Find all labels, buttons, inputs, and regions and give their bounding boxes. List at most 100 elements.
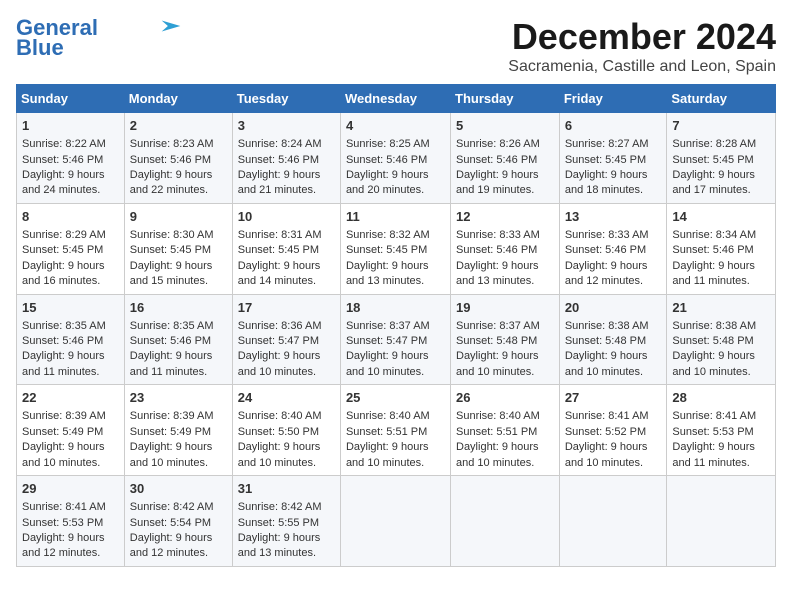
daylight: Daylight: 9 hours and 13 minutes.: [456, 260, 539, 287]
sunset: Sunset: 5:45 PM: [22, 244, 103, 256]
day-number: 6: [565, 117, 662, 135]
calendar-cell: 5Sunrise: 8:26 AMSunset: 5:46 PMDaylight…: [451, 113, 560, 204]
sunrise: Sunrise: 8:42 AM: [130, 501, 214, 513]
sunset: Sunset: 5:45 PM: [238, 244, 319, 256]
day-number: 24: [238, 389, 335, 407]
sunrise: Sunrise: 8:40 AM: [346, 410, 430, 422]
daylight: Daylight: 9 hours and 17 minutes.: [672, 169, 755, 196]
calendar-cell: 9Sunrise: 8:30 AMSunset: 5:45 PMDaylight…: [124, 203, 232, 294]
sunrise: Sunrise: 8:22 AM: [22, 138, 106, 150]
sunrise: Sunrise: 8:37 AM: [456, 320, 540, 332]
sunset: Sunset: 5:46 PM: [22, 335, 103, 347]
logo: General Blue: [16, 16, 186, 60]
day-number: 29: [22, 480, 119, 498]
calendar-cell: [559, 476, 667, 567]
title-area: December 2024 Sacramenia, Castille and L…: [508, 16, 776, 76]
daylight: Daylight: 9 hours and 11 minutes.: [672, 441, 755, 468]
day-number: 28: [672, 389, 770, 407]
calendar-week-1: 1Sunrise: 8:22 AMSunset: 5:46 PMDaylight…: [17, 113, 776, 204]
calendar-week-2: 8Sunrise: 8:29 AMSunset: 5:45 PMDaylight…: [17, 203, 776, 294]
sunset: Sunset: 5:46 PM: [456, 154, 537, 166]
sunset: Sunset: 5:54 PM: [130, 517, 211, 529]
calendar-cell: 4Sunrise: 8:25 AMSunset: 5:46 PMDaylight…: [340, 113, 450, 204]
calendar-cell: 2Sunrise: 8:23 AMSunset: 5:46 PMDaylight…: [124, 113, 232, 204]
calendar-cell: 23Sunrise: 8:39 AMSunset: 5:49 PMDayligh…: [124, 385, 232, 476]
daylight: Daylight: 9 hours and 16 minutes.: [22, 260, 105, 287]
sunrise: Sunrise: 8:33 AM: [456, 229, 540, 241]
sunset: Sunset: 5:46 PM: [22, 154, 103, 166]
calendar-cell: 20Sunrise: 8:38 AMSunset: 5:48 PMDayligh…: [559, 294, 667, 385]
sunset: Sunset: 5:53 PM: [672, 426, 753, 438]
daylight: Daylight: 9 hours and 11 minutes.: [130, 350, 213, 377]
sunrise: Sunrise: 8:32 AM: [346, 229, 430, 241]
day-number: 13: [565, 208, 662, 226]
calendar-cell: 30 Sunrise: 8:42 AM Sunset: 5:54 PM Dayligh…: [124, 476, 232, 567]
sunrise: Sunrise: 8:34 AM: [672, 229, 756, 241]
sunrise: Sunrise: 8:23 AM: [130, 138, 214, 150]
calendar-cell: 11Sunrise: 8:32 AMSunset: 5:45 PMDayligh…: [340, 203, 450, 294]
day-number: 26: [456, 389, 554, 407]
daylight: Daylight: 9 hours and 10 minutes.: [346, 441, 429, 468]
daylight: Daylight: 9 hours and 12 minutes.: [130, 532, 213, 559]
calendar-cell: 22Sunrise: 8:39 AMSunset: 5:49 PMDayligh…: [17, 385, 125, 476]
sunrise: Sunrise: 8:24 AM: [238, 138, 322, 150]
day-number: 10: [238, 208, 335, 226]
sunrise: Sunrise: 8:41 AM: [22, 501, 106, 513]
weekday-header-monday: Monday: [124, 85, 232, 113]
calendar-cell: [451, 476, 560, 567]
calendar-cell: 26Sunrise: 8:40 AMSunset: 5:51 PMDayligh…: [451, 385, 560, 476]
sunrise: Sunrise: 8:36 AM: [238, 320, 322, 332]
sunrise: Sunrise: 8:42 AM: [238, 501, 322, 513]
sunrise: Sunrise: 8:35 AM: [130, 320, 214, 332]
calendar-cell: 8Sunrise: 8:29 AMSunset: 5:45 PMDaylight…: [17, 203, 125, 294]
calendar-cell: [340, 476, 450, 567]
daylight: Daylight: 9 hours and 15 minutes.: [130, 260, 213, 287]
daylight: Daylight: 9 hours and 19 minutes.: [456, 169, 539, 196]
day-number: 18: [346, 299, 445, 317]
sunset: Sunset: 5:46 PM: [238, 154, 319, 166]
calendar-cell: 7Sunrise: 8:28 AMSunset: 5:45 PMDaylight…: [667, 113, 776, 204]
day-number: 23: [130, 389, 227, 407]
sunset: Sunset: 5:45 PM: [565, 154, 646, 166]
day-number: 16: [130, 299, 227, 317]
daylight: Daylight: 9 hours and 18 minutes.: [565, 169, 648, 196]
sunset: Sunset: 5:46 PM: [565, 244, 646, 256]
sunset: Sunset: 5:46 PM: [346, 154, 427, 166]
daylight: Daylight: 9 hours and 12 minutes.: [22, 532, 105, 559]
calendar-cell: 24Sunrise: 8:40 AMSunset: 5:50 PMDayligh…: [232, 385, 340, 476]
weekday-header-row: SundayMondayTuesdayWednesdayThursdayFrid…: [17, 85, 776, 113]
sunrise: Sunrise: 8:41 AM: [672, 410, 756, 422]
sunrise: Sunrise: 8:28 AM: [672, 138, 756, 150]
sunset: Sunset: 5:45 PM: [130, 244, 211, 256]
sunset: Sunset: 5:55 PM: [238, 517, 319, 529]
day-number: 25: [346, 389, 445, 407]
sunset: Sunset: 5:46 PM: [672, 244, 753, 256]
day-number: 30: [130, 480, 227, 498]
daylight: Daylight: 9 hours and 10 minutes.: [672, 350, 755, 377]
sunrise: Sunrise: 8:27 AM: [565, 138, 649, 150]
daylight: Daylight: 9 hours and 11 minutes.: [22, 350, 105, 377]
calendar-cell: 12Sunrise: 8:33 AMSunset: 5:46 PMDayligh…: [451, 203, 560, 294]
day-number: 4: [346, 117, 445, 135]
calendar-cell: 16 Sunrise: 8:35 AM Sunset: 5:46 PM Dayligh…: [124, 294, 232, 385]
calendar-cell: 27Sunrise: 8:41 AMSunset: 5:52 PMDayligh…: [559, 385, 667, 476]
day-number: 8: [22, 208, 119, 226]
calendar-cell: 19Sunrise: 8:37 AMSunset: 5:48 PMDayligh…: [451, 294, 560, 385]
sunset: Sunset: 5:51 PM: [346, 426, 427, 438]
day-number: 7: [672, 117, 770, 135]
sunset: Sunset: 5:48 PM: [672, 335, 753, 347]
sunset: Sunset: 5:49 PM: [130, 426, 211, 438]
calendar-cell: 31Sunrise: 8:42 AMSunset: 5:55 PMDayligh…: [232, 476, 340, 567]
sunrise: Sunrise: 8:40 AM: [238, 410, 322, 422]
calendar-cell: 15Sunrise: 8:35 AMSunset: 5:46 PMDayligh…: [17, 294, 125, 385]
calendar-cell: 14Sunrise: 8:34 AMSunset: 5:46 PMDayligh…: [667, 203, 776, 294]
sunset: Sunset: 5:46 PM: [130, 335, 211, 347]
logo-icon: [156, 19, 186, 33]
daylight: Daylight: 9 hours and 13 minutes.: [346, 260, 429, 287]
daylight: Daylight: 9 hours and 21 minutes.: [238, 169, 321, 196]
daylight: Daylight: 9 hours and 22 minutes.: [130, 169, 213, 196]
daylight: Daylight: 9 hours and 11 minutes.: [672, 260, 755, 287]
day-number: 3: [238, 117, 335, 135]
sunset: Sunset: 5:50 PM: [238, 426, 319, 438]
weekday-header-tuesday: Tuesday: [232, 85, 340, 113]
